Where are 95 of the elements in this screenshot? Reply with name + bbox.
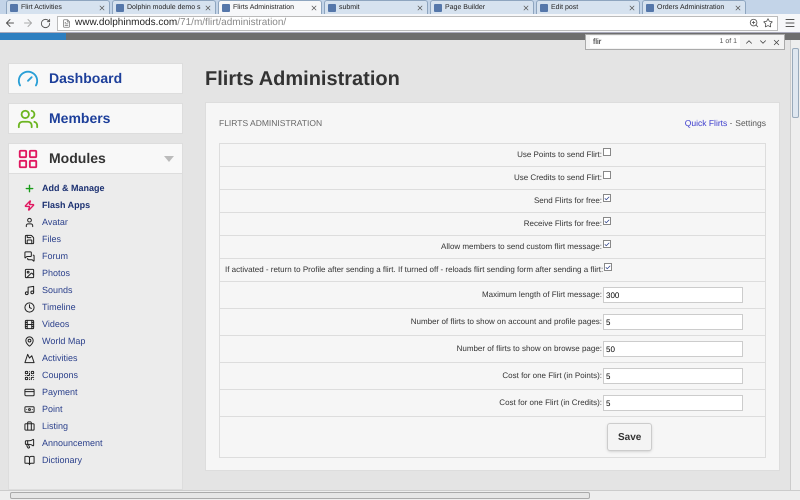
- module-link[interactable]: Payment: [42, 386, 78, 400]
- grid-icon: [17, 148, 39, 170]
- page-icon: [646, 4, 654, 12]
- panel-link[interactable]: Quick Flirts: [684, 116, 728, 130]
- page-icon: [540, 4, 548, 12]
- checkbox[interactable]: [603, 217, 611, 225]
- setting-label: Maximum length of Flirt message:: [480, 289, 603, 301]
- input-field[interactable]: 5: [603, 368, 743, 384]
- lightning-icon: [24, 200, 35, 211]
- section-title: Modules: [49, 149, 107, 168]
- sidebar-section[interactable]: Dashboard: [8, 63, 183, 94]
- close-icon[interactable]: [734, 4, 742, 12]
- module-link[interactable]: Photos: [42, 266, 70, 280]
- section-title: Dashboard: [49, 69, 124, 88]
- picture-icon: [24, 268, 35, 279]
- module-link[interactable]: Listing: [42, 420, 68, 434]
- setting-label: Number of flirts to show on account and profile pages:: [410, 316, 603, 328]
- module-link[interactable]: World Map: [42, 334, 86, 348]
- module-link[interactable]: Activities: [42, 352, 78, 366]
- module-link[interactable]: Point: [42, 402, 63, 416]
- people-icon: [17, 108, 39, 130]
- briefcase-icon: [24, 421, 35, 432]
- horizontal-scrollbar[interactable]: [0, 490, 800, 500]
- module-link[interactable]: Sounds: [42, 284, 73, 298]
- sidebar-section[interactable]: Modules: [8, 143, 183, 174]
- module-link[interactable]: Coupons: [42, 368, 78, 382]
- page-icon: [434, 4, 442, 12]
- vertical-scrollbar[interactable]: [790, 40, 800, 490]
- input-field[interactable]: 5: [603, 395, 743, 411]
- panel-heading: FLIRTS ADMINISTRATION: [219, 116, 324, 130]
- setting-label: Receive Flirts for free:: [522, 218, 603, 230]
- module-link[interactable]: Announcement: [42, 436, 103, 450]
- checkbox[interactable]: [604, 263, 612, 271]
- section-title: Members: [49, 109, 112, 128]
- logo-image: [0, 33, 66, 40]
- reload-icon[interactable]: [40, 18, 51, 28]
- menu-icon[interactable]: [784, 17, 796, 29]
- sidebar-section[interactable]: Members: [8, 103, 183, 134]
- page-icon: [10, 4, 18, 12]
- save-button[interactable]: Save: [607, 423, 652, 451]
- module-link[interactable]: Avatar: [42, 216, 68, 230]
- page-icon: [222, 4, 230, 12]
- setting-label: Cost for one Flirt (in Credits):: [498, 397, 603, 409]
- module-link[interactable]: Dictionary: [42, 454, 82, 468]
- mountain-icon: [24, 353, 35, 364]
- module-link[interactable]: Forum: [42, 250, 68, 264]
- map-pin-icon: [24, 336, 35, 347]
- find-query[interactable]: flir: [593, 36, 716, 48]
- setting-label: Number of flirts to show on browse page:: [456, 343, 603, 355]
- module-link[interactable]: Files: [42, 232, 62, 246]
- page-title: Flirts Administration: [205, 67, 401, 92]
- setting-label: Cost for one Flirt (in Points):: [501, 370, 603, 382]
- checkbox[interactable]: [603, 194, 611, 202]
- close-icon[interactable]: [98, 4, 106, 12]
- credit-card-icon: [24, 387, 35, 398]
- input-field[interactable]: 300: [603, 287, 743, 303]
- setting-label: If activated - return to Profile after sending a flirt. If turned off - reloads flirt sending form after sending a flirt:: [225, 264, 604, 276]
- setting-label: Use Points to send Flirt:: [516, 149, 603, 161]
- close-icon[interactable]: [772, 38, 781, 46]
- module-link[interactable]: Flash Apps: [42, 198, 90, 212]
- module-link[interactable]: Timeline: [42, 300, 76, 314]
- book-icon: [24, 455, 35, 466]
- zoom-icon[interactable]: [749, 18, 759, 28]
- close-icon[interactable]: [310, 4, 318, 12]
- plus-icon: [24, 183, 35, 194]
- close-icon[interactable]: [416, 4, 424, 12]
- setting-label: Use Credits to send Flirt:: [512, 172, 603, 184]
- page-icon: [328, 4, 336, 12]
- page-icon: [62, 18, 71, 28]
- qr-code-icon: [24, 370, 35, 381]
- back-icon[interactable]: [4, 17, 16, 29]
- module-link[interactable]: Videos: [42, 318, 70, 332]
- close-icon[interactable]: [204, 4, 212, 12]
- checkbox[interactable]: [603, 171, 611, 179]
- module-link[interactable]: Add & Manage: [42, 182, 105, 196]
- music-note-icon: [24, 285, 35, 296]
- speech-bubbles-icon: [24, 251, 35, 262]
- star-icon[interactable]: [763, 18, 773, 28]
- address-field[interactable]: www.dolphinmods.com/71/m/flirt/administration/: [57, 16, 778, 30]
- close-icon[interactable]: [628, 4, 636, 12]
- close-icon[interactable]: [522, 4, 530, 12]
- person-icon: [24, 217, 35, 228]
- clock-icon: [24, 302, 35, 313]
- checkbox[interactable]: [603, 240, 611, 248]
- banknote-icon: [24, 404, 35, 415]
- page-icon: [116, 4, 124, 12]
- url-text: www.dolphinmods.com/71/m/flirt/administration/: [75, 18, 286, 28]
- panel-link[interactable]: Settings: [735, 116, 766, 130]
- setting-label: Allow members to send custom flirt message:: [440, 241, 603, 253]
- checkbox[interactable]: [603, 148, 611, 156]
- input-field[interactable]: 50: [603, 341, 743, 357]
- input-field[interactable]: 5: [603, 314, 743, 330]
- megaphone-icon: [24, 438, 35, 449]
- setting-label: Send Flirts for free:: [532, 195, 603, 207]
- film-icon: [24, 319, 35, 330]
